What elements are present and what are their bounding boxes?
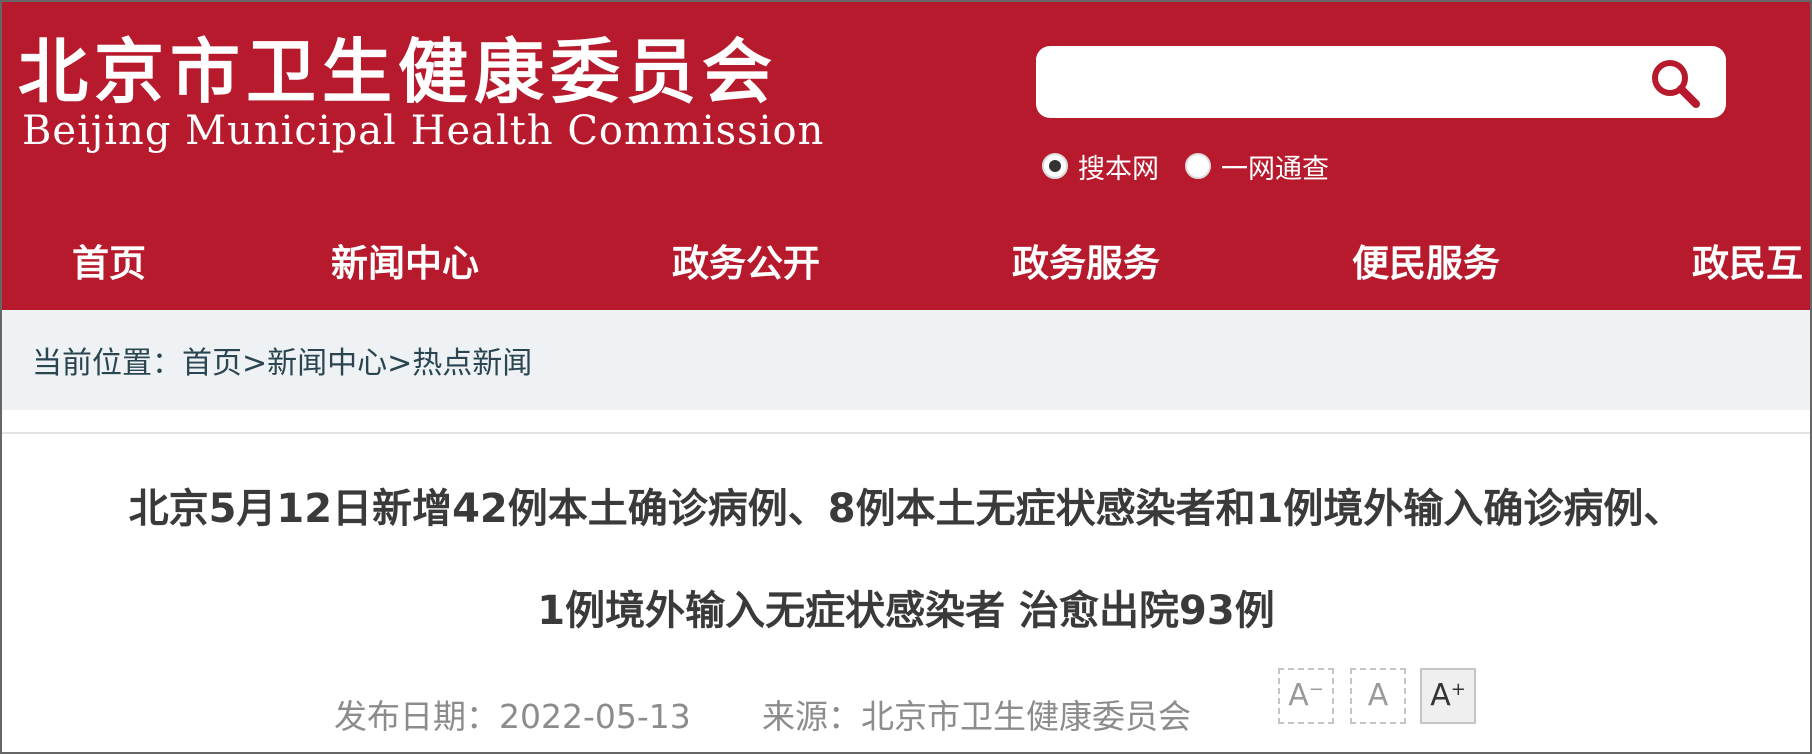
site-logo-en[interactable]: Beijing Municipal Health Commission bbox=[22, 108, 824, 154]
font-normal-button[interactable]: A bbox=[1350, 668, 1406, 724]
search-input[interactable] bbox=[1056, 60, 1636, 104]
plus-icon: + bbox=[1450, 679, 1466, 700]
site-header: 北京市卫生健康委员会 Beijing Municipal Health Comm… bbox=[0, 0, 1812, 310]
nav-item-public-services[interactable]: 便民服务 bbox=[1352, 228, 1500, 300]
breadcrumb-item-home[interactable]: 首页 bbox=[182, 346, 242, 381]
nav-item-news-center[interactable]: 新闻中心 bbox=[331, 228, 479, 300]
font-increase-button[interactable]: A+ bbox=[1420, 668, 1476, 724]
font-decrease-glyph: A bbox=[1288, 678, 1309, 713]
search-scope-group: 搜本网 一网通查 bbox=[1042, 146, 1355, 186]
font-normal-glyph: A bbox=[1367, 678, 1389, 713]
article-title-line-1: 北京5月12日新增42例本土确诊病例、8例本土无症状感染者和1例境外输入确诊病例… bbox=[128, 486, 1684, 532]
content-divider bbox=[0, 432, 1812, 434]
main-nav: 首页 新闻中心 政务公开 政务服务 便民服务 政民互 bbox=[0, 228, 1812, 300]
breadcrumb-item-news-center[interactable]: 新闻中心 bbox=[267, 346, 387, 381]
search-scope-label: 搜本网 bbox=[1078, 153, 1159, 185]
breadcrumb-separator: > bbox=[242, 346, 268, 381]
nav-item-home[interactable]: 首页 bbox=[72, 228, 146, 300]
search-scope-label: 一网通查 bbox=[1221, 153, 1329, 185]
article-title-line-2: 1例境外输入无症状感染者 治愈出院93例 bbox=[537, 588, 1275, 634]
radio-checked-icon[interactable] bbox=[1042, 153, 1068, 179]
site-logo-cn[interactable]: 北京市卫生健康委员会 bbox=[18, 16, 778, 117]
search-button[interactable] bbox=[1644, 54, 1708, 110]
search-icon bbox=[1652, 60, 1700, 108]
font-increase-glyph: A bbox=[1430, 678, 1451, 713]
publish-date: 发布日期：2022-05-13 bbox=[334, 697, 691, 736]
nav-item-gov-affairs-open[interactable]: 政务公开 bbox=[672, 228, 820, 300]
article-source: 来源：北京市卫生健康委员会 bbox=[762, 697, 1191, 736]
nav-item-interaction[interactable]: 政民互 bbox=[1692, 228, 1803, 300]
radio-unchecked-icon[interactable] bbox=[1185, 153, 1211, 179]
breadcrumb-prefix: 当前位置： bbox=[32, 346, 182, 381]
minus-icon: − bbox=[1308, 679, 1324, 700]
font-decrease-button[interactable]: A− bbox=[1278, 668, 1334, 724]
search-scope-all-gov[interactable]: 一网通查 bbox=[1185, 147, 1329, 186]
breadcrumb-separator: > bbox=[387, 346, 413, 381]
search-box bbox=[1036, 46, 1726, 118]
breadcrumb: 当前位置：首页>新闻中心>热点新闻 bbox=[32, 338, 532, 382]
breadcrumb-bar: 当前位置：首页>新闻中心>热点新闻 bbox=[0, 310, 1812, 410]
nav-item-gov-services[interactable]: 政务服务 bbox=[1012, 228, 1160, 300]
breadcrumb-item-hot-news[interactable]: 热点新闻 bbox=[412, 346, 532, 381]
search-scope-this-site[interactable]: 搜本网 bbox=[1042, 147, 1159, 186]
